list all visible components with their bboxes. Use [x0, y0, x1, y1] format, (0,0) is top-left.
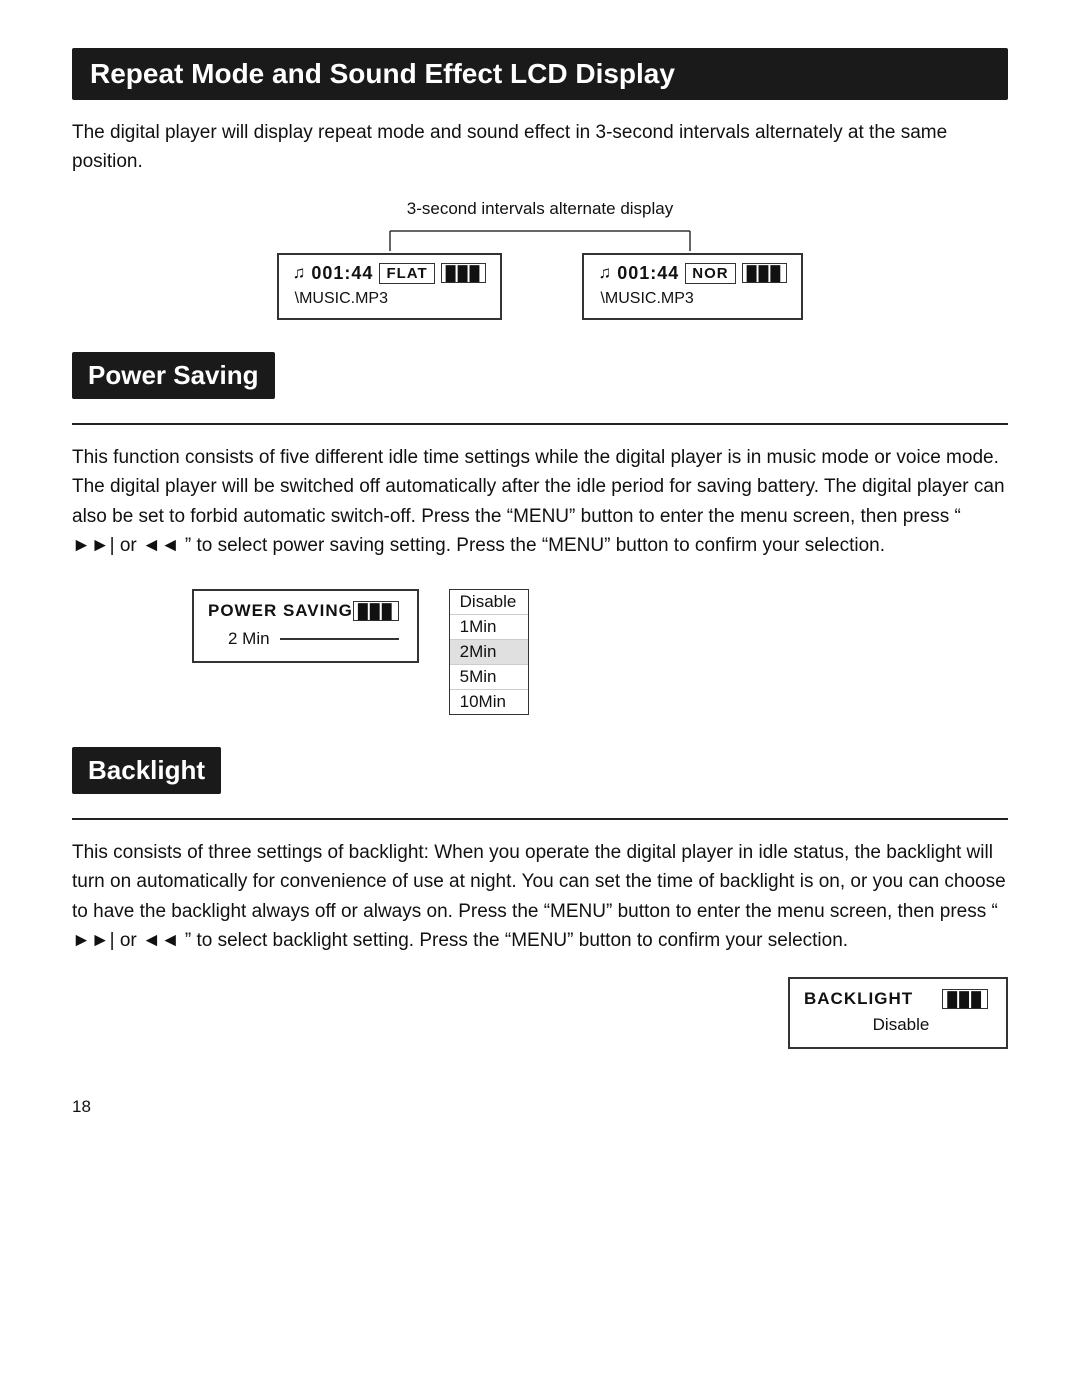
power-saving-title-row: Power Saving	[72, 352, 1008, 425]
backlight-title: Backlight	[72, 747, 221, 794]
diagram-label: 3-second intervals alternate display	[407, 199, 673, 219]
ps-menu-1min: 1Min	[450, 615, 528, 640]
power-saving-divider	[72, 423, 1008, 425]
backlight-body: This consists of three settings of backl…	[72, 838, 1008, 956]
ps-bottom-row: 2 Min	[208, 629, 399, 649]
lcd-screen-2-top: ♫ 001:44 NOR ███	[598, 263, 787, 284]
bracket-svg	[260, 223, 820, 253]
lcd-time-1: 001:44	[311, 263, 373, 284]
ps-screen-title: POWER SAVING	[208, 601, 353, 621]
lcd-screen-1: ♫ 001:44 FLAT ███ \MUSIC.MP3	[277, 253, 503, 320]
power-saving-diagram: POWER SAVING ███ 2 Min Disable 1Min 2Min…	[192, 589, 1008, 715]
bl-battery-icon: ███	[942, 989, 988, 1009]
bl-value: Disable	[804, 1015, 988, 1035]
lcd-diagram-area: 3-second intervals alternate display ♫ 0…	[72, 199, 1008, 320]
ps-menu-2min: 2Min	[450, 640, 528, 665]
lcd-screens-row: ♫ 001:44 FLAT ███ \MUSIC.MP3 ♫ 001:44 NO…	[72, 253, 1008, 320]
power-saving-title: Power Saving	[72, 352, 275, 399]
battery-icon-2: ███	[742, 263, 788, 283]
ps-top-row: POWER SAVING ███	[208, 601, 399, 621]
backlight-section: Backlight This consists of three setting…	[72, 747, 1008, 1050]
music-icon-1: ♫	[293, 263, 306, 283]
lcd-filename-1: \MUSIC.MP3	[295, 290, 487, 308]
page-number: 18	[72, 1097, 1008, 1117]
battery-icon-1: ███	[441, 263, 487, 283]
bl-screen: BACKLIGHT ███ Disable	[788, 977, 1008, 1049]
lcd-time-2: 001:44	[617, 263, 679, 284]
ps-menu-disable: Disable	[450, 590, 528, 615]
backlight-diagram: BACKLIGHT ███ Disable	[72, 977, 1008, 1049]
repeat-mode-title-row: Repeat Mode and Sound Effect LCD Display	[72, 48, 1008, 100]
power-saving-section: Power Saving This function consists of f…	[72, 352, 1008, 715]
bl-top-row: BACKLIGHT ███	[804, 989, 988, 1009]
ps-battery-icon: ███	[353, 601, 399, 621]
ps-menu-10min: 10Min	[450, 690, 528, 714]
ps-value: 2 Min	[228, 629, 270, 649]
lcd-screen-1-top: ♫ 001:44 FLAT ███	[293, 263, 487, 284]
music-icon-2: ♫	[598, 263, 611, 283]
ps-connecting-line	[280, 638, 399, 640]
repeat-mode-section: Repeat Mode and Sound Effect LCD Display…	[72, 48, 1008, 320]
ps-menu: Disable 1Min 2Min 5Min 10Min	[449, 589, 529, 715]
backlight-divider	[72, 818, 1008, 820]
lcd-mode-2: NOR	[685, 263, 735, 284]
power-saving-body: This function consists of five different…	[72, 443, 1008, 561]
lcd-mode-1: FLAT	[379, 263, 434, 284]
ps-menu-5min: 5Min	[450, 665, 528, 690]
lcd-screen-2: ♫ 001:44 NOR ███ \MUSIC.MP3	[582, 253, 803, 320]
repeat-mode-body: The digital player will display repeat m…	[72, 118, 1008, 177]
lcd-filename-2: \MUSIC.MP3	[600, 290, 787, 308]
backlight-title-row: Backlight	[72, 747, 1008, 820]
bl-screen-title: BACKLIGHT	[804, 989, 913, 1009]
ps-screen: POWER SAVING ███ 2 Min	[192, 589, 419, 663]
repeat-mode-title: Repeat Mode and Sound Effect LCD Display	[72, 48, 1008, 100]
